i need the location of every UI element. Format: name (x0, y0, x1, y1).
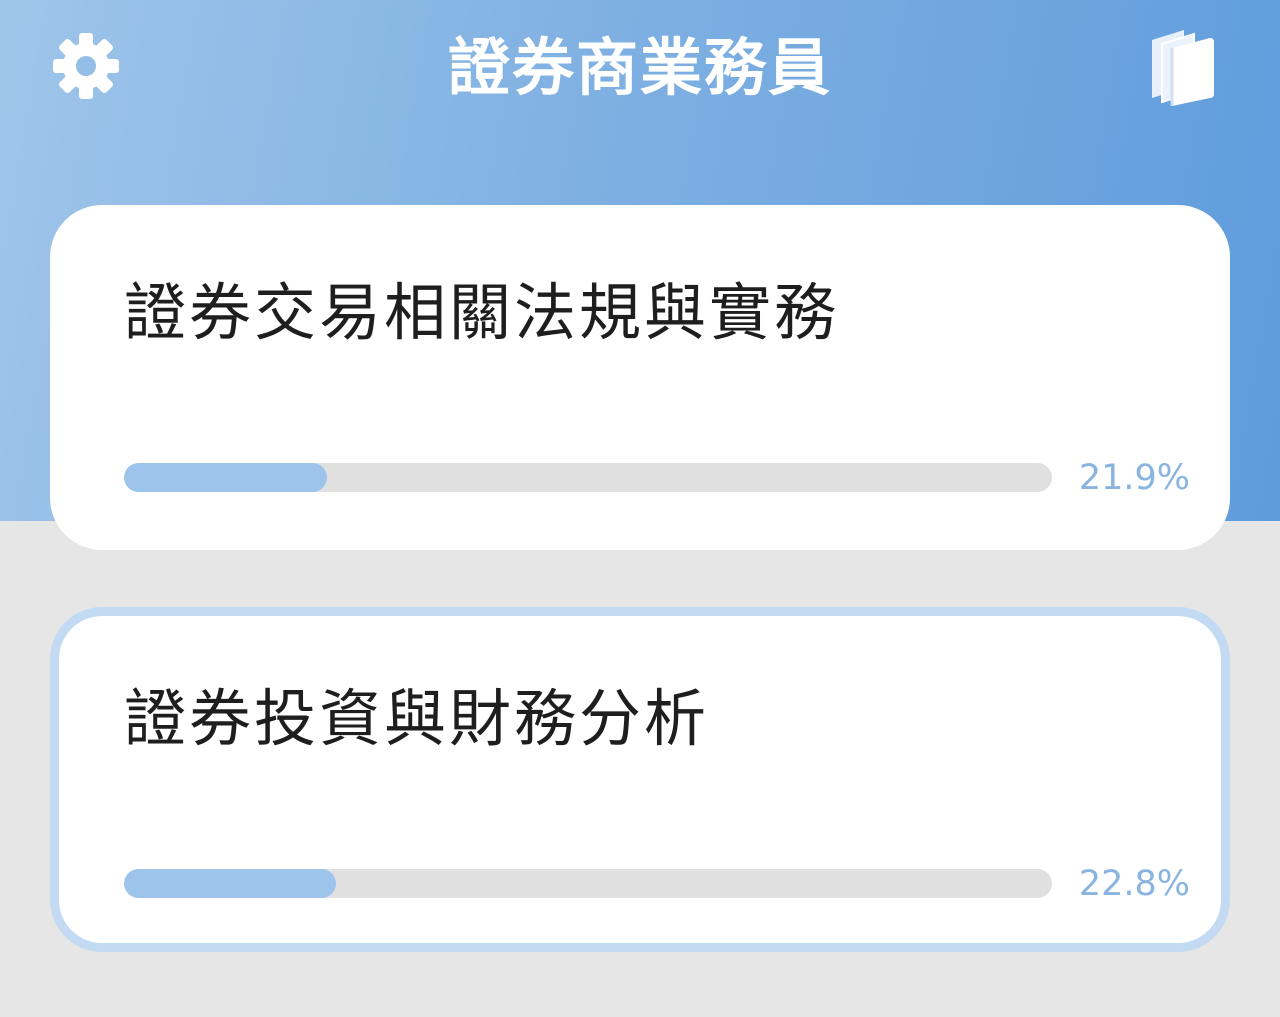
books-icon[interactable] (1144, 26, 1218, 106)
progress-fill (124, 463, 328, 492)
subject-card-regulations[interactable]: 證券交易相關法規與實務 21.9% (50, 205, 1230, 550)
progress-percent: 22.8% (1078, 864, 1190, 904)
subject-title: 證券交易相關法規與實務 (124, 276, 840, 349)
progress-percent: 21.9% (1078, 458, 1190, 498)
subject-card-investment[interactable]: 證券投資與財務分析 22.8% (50, 607, 1230, 952)
app-title: 證券商業務員 (447, 31, 832, 104)
subject-title: 證券投資與財務分析 (124, 682, 710, 755)
progress-fill (124, 869, 336, 898)
progress-track (124, 869, 1052, 898)
progress-track (124, 463, 1052, 492)
